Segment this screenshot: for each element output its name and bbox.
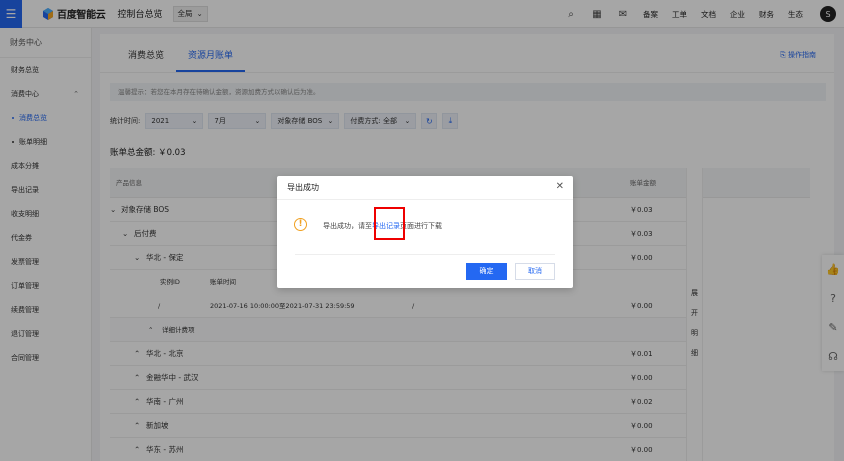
highlight-box [374,207,405,240]
message-text: 页面进行下载 [400,222,442,230]
warning-icon: ! [294,218,307,231]
confirm-button[interactable]: 确定 [466,263,507,280]
cancel-button[interactable]: 取消 [515,263,555,280]
close-icon[interactable]: ✕ [556,181,564,192]
dialog-divider [277,199,573,200]
dialog-footer-divider [295,254,555,255]
export-success-dialog: 导出成功 ✕ ! 导出成功，请至导出记录页面进行下载 确定 取消 [277,176,573,288]
message-text: 导出成功，请至 [323,222,372,230]
dialog-title: 导出成功 [287,183,319,192]
